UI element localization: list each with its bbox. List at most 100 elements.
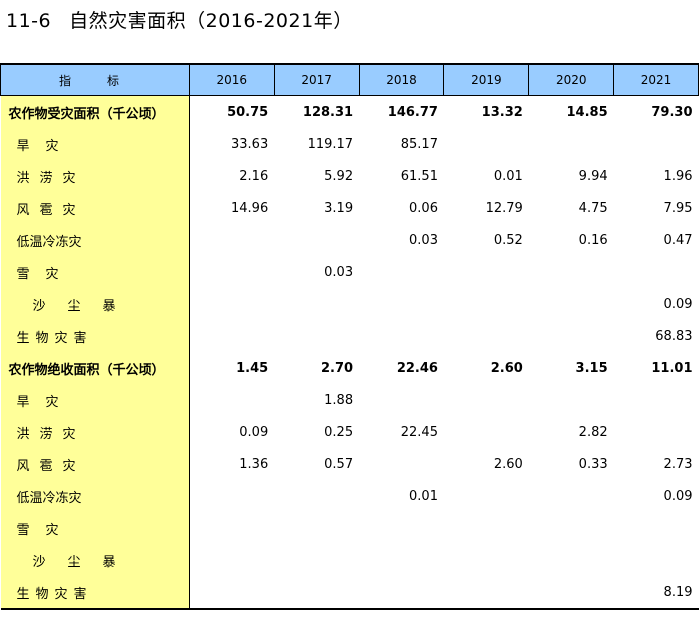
- table-row: 风雹灾 1.36 0.57 2.60 0.33 2.73: [0, 448, 699, 480]
- table-cell: [614, 256, 699, 288]
- table-cell: [274, 576, 360, 610]
- table-cell: [528, 576, 614, 610]
- table-cell: [529, 512, 614, 544]
- table-cell: 79.30: [651, 104, 693, 120]
- table-title: 自然灾害面积（2016-2021年）: [69, 10, 353, 32]
- row-label: 生物灾害: [0, 320, 190, 352]
- year-header: 2017: [273, 63, 360, 96]
- table-cell: 0.01: [409, 488, 438, 504]
- table-row: 低温冷冻灾 0.03 0.52 0.16 0.47: [0, 224, 699, 256]
- table-cell: [529, 544, 614, 576]
- table-cell: [444, 256, 529, 288]
- indicator-header: 指 标: [0, 63, 190, 96]
- table-cell: [189, 256, 274, 288]
- table-row: 洪涝灾 2.16 5.92 61.51 0.01 9.94 1.96: [0, 160, 699, 192]
- table-cell: [359, 256, 444, 288]
- table-cell: 9.94: [578, 168, 608, 184]
- table-cell: 0.09: [663, 296, 693, 312]
- table-cell: 68.83: [655, 328, 693, 344]
- disaster-area-table: 指 标 2016 2017 2018 2019 2020 2021 农作物受灾面…: [0, 63, 699, 610]
- table-cell: 2.60: [490, 360, 523, 376]
- table-cell: [274, 320, 359, 352]
- table-cell: 11.01: [651, 360, 693, 376]
- table-cell: 0.52: [493, 232, 523, 248]
- row-label: 低温冷冻灾: [0, 224, 190, 256]
- table-row: 低温冷冻灾 0.01 0.09: [0, 480, 699, 512]
- row-label: 沙尘暴: [0, 288, 190, 320]
- table-cell: [274, 224, 359, 256]
- table-cell: 8.19: [613, 576, 699, 610]
- table-row: 雪灾: [0, 512, 699, 544]
- row-label: 农作物绝收面积（千公顷）: [0, 352, 190, 384]
- table-cell: 146.77: [387, 104, 438, 120]
- row-label: 风雹灾: [0, 448, 190, 480]
- table-cell: [189, 288, 274, 320]
- table-cell: 0.09: [239, 424, 269, 440]
- year-header: 2021: [613, 63, 699, 96]
- table-row: 农作物受灾面积（千公顷） 50.75 128.31 146.77 13.32 1…: [0, 95, 699, 128]
- row-label: 生物灾害: [0, 576, 190, 610]
- table-cell: 33.63: [231, 136, 269, 152]
- row-label: 低温冷冻灾: [0, 480, 190, 512]
- table-cell: 128.31: [302, 104, 354, 120]
- table-cell: [444, 416, 529, 448]
- row-label: 旱灾: [0, 384, 190, 416]
- table-cell: 5.92: [324, 168, 354, 184]
- row-label: 农作物受灾面积（千公顷）: [0, 95, 190, 128]
- table-cell: 2.60: [493, 456, 523, 472]
- row-label: 旱灾: [0, 128, 190, 160]
- year-header: 2019: [443, 63, 530, 96]
- table-cell: [444, 320, 529, 352]
- table-cell: [529, 320, 614, 352]
- table-row: 沙尘暴: [0, 544, 699, 576]
- table-cell: [614, 416, 699, 448]
- row-label: 沙尘暴: [0, 544, 190, 576]
- table-cell: 22.46: [396, 360, 438, 376]
- table-row: 风雹灾 14.96 3.19 0.06 12.79 4.75 7.95: [0, 192, 699, 224]
- header-row: 指 标 2016 2017 2018 2019 2020 2021: [0, 63, 699, 96]
- table-row: 生物灾害 68.83: [0, 320, 699, 352]
- table-cell: [359, 576, 444, 610]
- row-label: 洪涝灾: [0, 160, 190, 192]
- table-cell: [189, 544, 274, 576]
- table-cell: 0.33: [578, 456, 608, 472]
- table-cell: 3.15: [575, 360, 608, 376]
- table-cell: [189, 480, 274, 512]
- table-cell: 119.17: [307, 136, 354, 152]
- table-cell: 3.19: [324, 200, 354, 216]
- table-cell: [189, 320, 274, 352]
- table-row: 雪灾 0.03: [0, 256, 699, 288]
- table-cell: [444, 288, 529, 320]
- table-cell: [443, 576, 529, 610]
- table-cell: 1.96: [663, 168, 693, 184]
- table-cell: [359, 288, 444, 320]
- table-row: 生物灾害 8.19: [0, 576, 699, 610]
- table-cell: [359, 320, 444, 352]
- table-cell: 0.01: [493, 168, 523, 184]
- table-cell: 14.96: [231, 200, 269, 216]
- table-cell: [274, 512, 359, 544]
- table-cell: [359, 448, 444, 480]
- table-cell: 7.95: [663, 200, 693, 216]
- year-header: 2020: [528, 63, 615, 96]
- table-row: 农作物绝收面积（千公顷） 1.45 2.70 22.46 2.60 3.15 1…: [0, 352, 699, 384]
- table-cell: [444, 544, 529, 576]
- table-cell: [444, 512, 529, 544]
- table-cell: [529, 128, 614, 160]
- table-cell: [614, 384, 699, 416]
- row-label: 洪涝灾: [0, 416, 190, 448]
- table-cell: [359, 544, 444, 576]
- table-cell: 0.03: [324, 264, 354, 280]
- row-label: 雪灾: [0, 256, 190, 288]
- row-label: 风雹灾: [0, 192, 190, 224]
- table-row: 旱灾 1.88: [0, 384, 699, 416]
- table-cell: [189, 576, 275, 610]
- year-header: 2016: [188, 63, 275, 96]
- table-cell: [614, 512, 699, 544]
- table-cell: [189, 224, 274, 256]
- table-cell: 0.25: [324, 424, 354, 440]
- table-cell: 1.88: [324, 392, 354, 408]
- table-cell: [444, 480, 529, 512]
- table-cell: [359, 384, 444, 416]
- table-cell: 2.70: [321, 360, 354, 376]
